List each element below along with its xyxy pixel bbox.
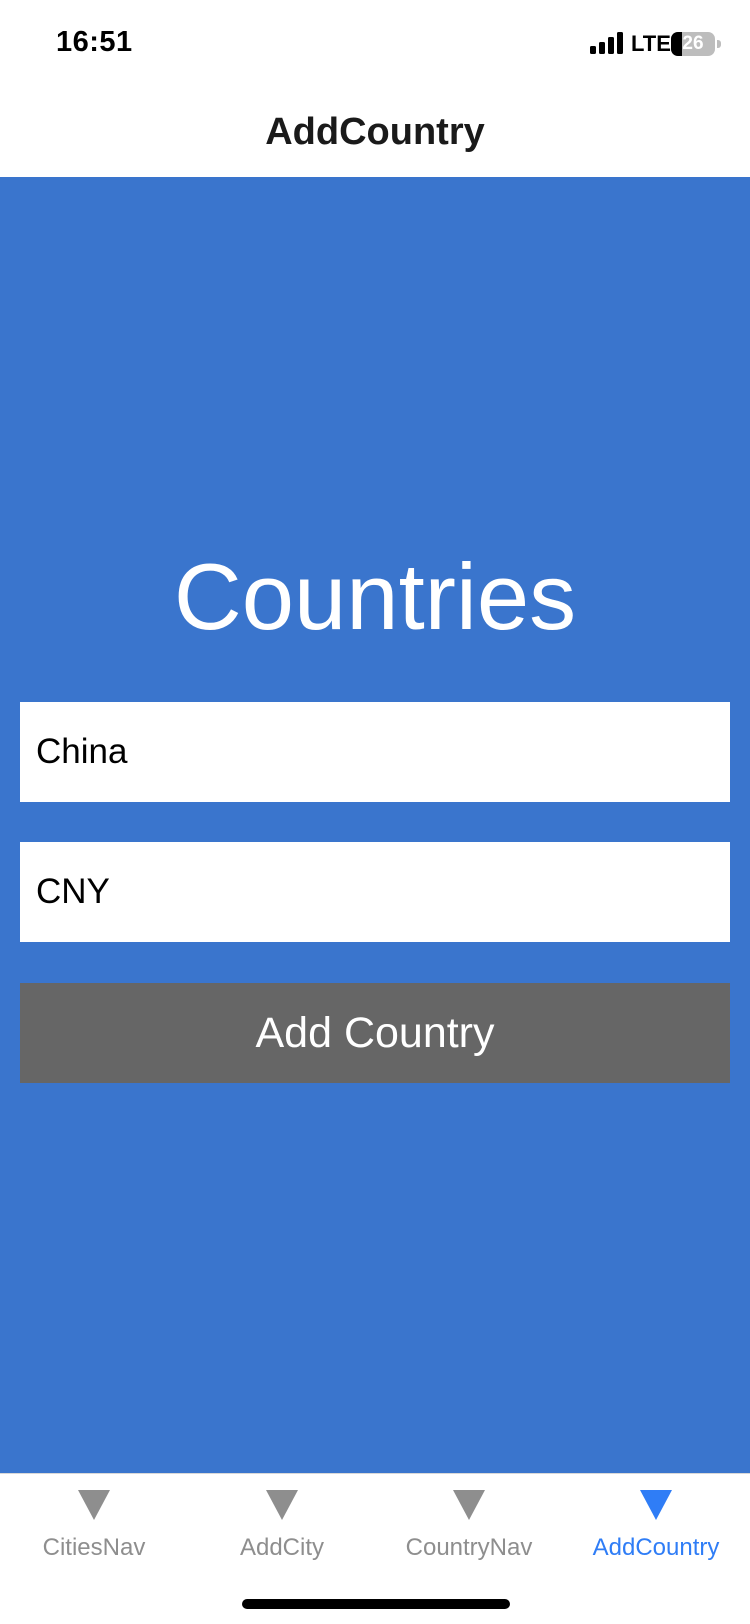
cellular-signal-icon — [590, 32, 623, 54]
triangle-down-icon — [640, 1490, 672, 1520]
triangle-down-icon — [453, 1490, 485, 1520]
battery-body: 26 — [671, 32, 715, 56]
triangle-down-icon — [78, 1490, 110, 1520]
status-time: 16:51 — [56, 26, 133, 58]
navigation-header: AddCountry — [0, 90, 750, 177]
tab-label: AddCountry — [592, 1534, 720, 1561]
page-title: AddCountry — [265, 111, 485, 153]
battery-level-text: 26 — [682, 33, 704, 54]
tab-add-city[interactable]: AddCity — [188, 1488, 376, 1588]
network-type-label: LTE — [631, 31, 671, 56]
countries-heading: Countries — [173, 544, 577, 649]
add-country-screen: Countries Add Country — [0, 177, 750, 1473]
tab-label: CitiesNav — [42, 1534, 146, 1561]
add-country-button[interactable]: Add Country — [20, 983, 730, 1083]
tab-country-nav[interactable]: CountryNav — [375, 1488, 563, 1588]
home-indicator — [242, 1599, 510, 1609]
triangle-down-icon — [266, 1490, 298, 1520]
tab-cities-nav[interactable]: CitiesNav — [0, 1488, 188, 1588]
tab-add-country[interactable]: AddCountry — [562, 1488, 750, 1588]
battery-icon: 26 — [671, 32, 721, 56]
tab-label: CountryNav — [405, 1534, 533, 1561]
currency-code-field[interactable] — [20, 842, 730, 942]
status-bar: 16:51 LTE 26 — [0, 0, 750, 90]
tab-label: AddCity — [239, 1534, 325, 1561]
battery-cap — [717, 40, 721, 48]
country-name-field[interactable] — [20, 702, 730, 802]
